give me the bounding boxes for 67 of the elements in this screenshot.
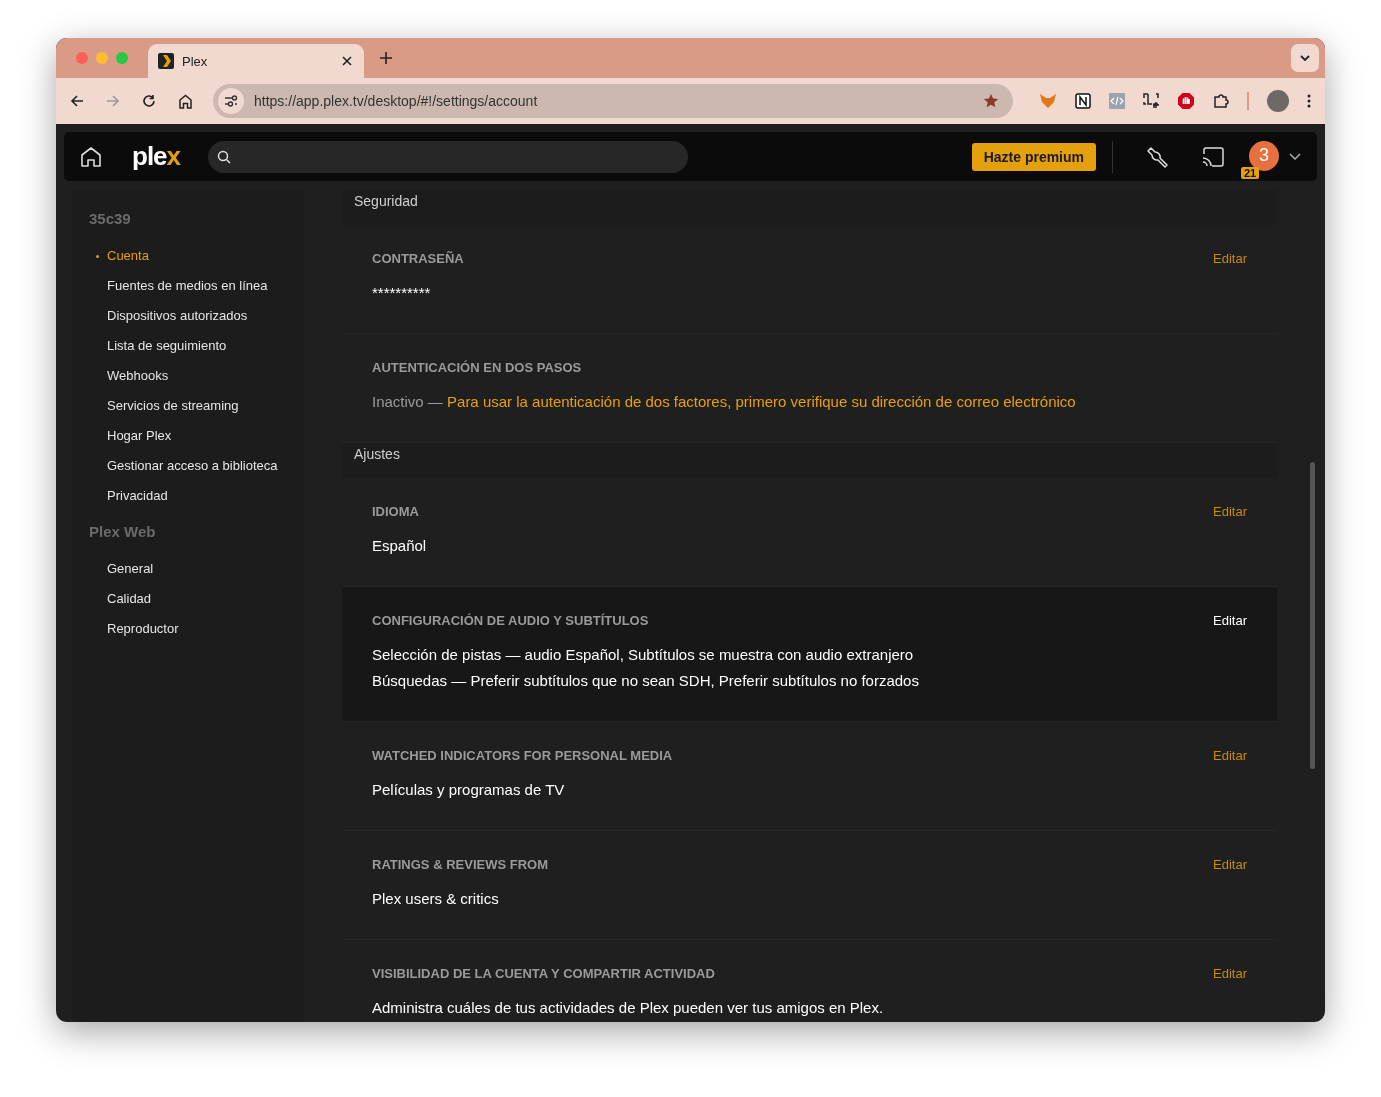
address-bar[interactable]: https://app.plex.tv/desktop/#!/settings/account (213, 84, 1013, 118)
sidebar-item[interactable]: General (89, 554, 304, 584)
browser-tab[interactable]: Plex (148, 44, 364, 78)
puzzle-icon[interactable] (1213, 93, 1229, 109)
sidebar-item[interactable]: Cuenta (89, 241, 304, 271)
edit-link[interactable]: Editar (1213, 857, 1247, 872)
setting-title: VISIBILIDAD DE LA CUENTA Y COMPARTIR ACTIVIDAD (372, 966, 715, 981)
more-icon[interactable] (1307, 94, 1311, 108)
reload-icon[interactable] (142, 94, 156, 108)
setting-title: IDIOMA (372, 504, 419, 519)
setting-title: CONFIGURACIÓN DE AUDIO Y SUBTÍTULOS (372, 613, 649, 628)
verify-email-link[interactable]: Para usar la autenticación de dos factores, primero verifique su dirección de correo electrónico (447, 393, 1076, 410)
chevron-down-icon (1300, 55, 1310, 61)
selected-dot-icon (96, 255, 99, 258)
chevron-logo-icon (158, 53, 174, 69)
setting-value: ********** (372, 283, 432, 303)
setting-title: CONTRASEÑA (372, 251, 464, 266)
sidebar-item[interactable]: Gestionar acceso a biblioteca (89, 451, 304, 481)
wrench-icon[interactable] (1145, 144, 1169, 169)
edit-link[interactable]: Editar (1213, 504, 1247, 519)
sidebar-item[interactable]: Fuentes de medios en línea (89, 271, 304, 301)
home-icon[interactable] (178, 93, 193, 109)
tab-title: Plex (182, 53, 209, 69)
sidebar-item[interactable]: Calidad (89, 584, 304, 614)
setting-title: WATCHED INDICATORS FOR PERSONAL MEDIA (372, 748, 673, 763)
sidebar-section-title: 35c39 (89, 210, 132, 227)
chevron-down-icon[interactable] (1289, 153, 1301, 160)
premium-button[interactable]: Hazte premium (971, 142, 1096, 171)
plus-icon[interactable] (380, 52, 392, 64)
setting-value: Búsquedas — Preferir subtítulos que no sean SDH, Preferir subtítulos no forzados (372, 671, 920, 691)
code-icon[interactable] (1109, 93, 1125, 109)
search-icon (217, 149, 232, 164)
plex-logo[interactable]: plex (132, 141, 181, 172)
edit-link[interactable]: Editar (1213, 748, 1247, 763)
close-icon[interactable] (342, 56, 352, 66)
site-settings-icon[interactable] (218, 88, 244, 114)
sidebar-section-title: Plex Web (89, 523, 157, 540)
setting-value: Administra cuáles de tus actividades de Plex pueden ver tus amigos en Plex. (372, 998, 885, 1018)
sidebar-item[interactable]: Lista de seguimiento (89, 331, 304, 361)
cast-icon[interactable] (1201, 146, 1225, 167)
sidebar-item[interactable]: Servicios de streaming (89, 391, 304, 421)
setting-value: Español (372, 536, 428, 556)
url-text: https://app.plex.tv/desktop/#!/settings/account (254, 93, 539, 109)
sidebar-item[interactable]: Reproductor (89, 614, 304, 644)
screenshot-icon[interactable] (1143, 93, 1159, 109)
edit-link[interactable]: Editar (1213, 966, 1247, 981)
profile-avatar[interactable] (1267, 90, 1289, 112)
sidebar-item[interactable]: Webhooks (89, 361, 304, 391)
star-icon[interactable] (983, 93, 999, 109)
notification-badge: 21 (1241, 166, 1260, 179)
hand-stop-icon[interactable] (1177, 92, 1195, 110)
setting-value: Plex users & critics (372, 889, 500, 909)
tab-search-button[interactable] (1291, 44, 1319, 72)
n-logo-icon[interactable] (1075, 93, 1091, 109)
setting-status: Inactivo — Para usar la autenticación de dos factores, primero verifique su dirección de correo electrónico (372, 392, 1077, 412)
sidebar-item[interactable]: Hogar Plex (89, 421, 304, 451)
edit-link[interactable]: Editar (1213, 613, 1247, 628)
search-field[interactable] (208, 140, 689, 173)
setting-title: RATINGS & REVIEWS FROM (372, 857, 548, 872)
sidebar-item[interactable]: Dispositivos autorizados (89, 301, 304, 331)
scrollbar-thumb[interactable] (1310, 462, 1315, 769)
setting-value: Películas y programas de TV (372, 780, 566, 800)
setting-title: AUTENTICACIÓN EN DOS PASOS (372, 360, 582, 375)
edit-link[interactable]: Editar (1213, 251, 1247, 266)
setting-value: Selección de pistas — audio Español, Subtítulos se muestra con audio extranjero (372, 645, 915, 665)
sidebar-item[interactable]: Privacidad (89, 481, 304, 511)
back-arrow-icon[interactable] (70, 94, 84, 108)
